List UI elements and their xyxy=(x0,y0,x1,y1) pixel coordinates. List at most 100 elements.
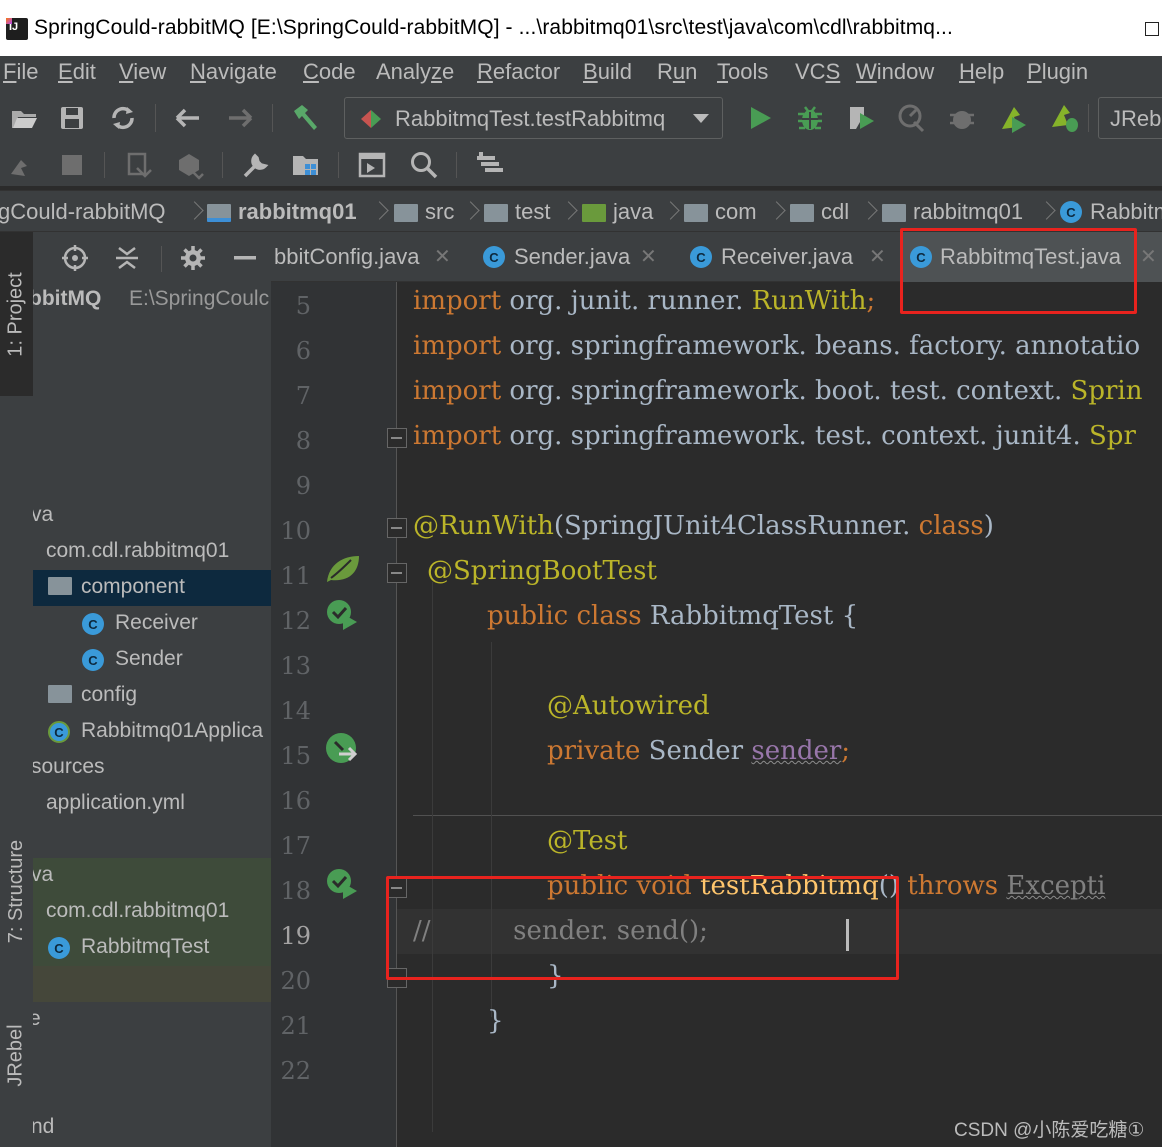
run-icon[interactable] xyxy=(744,102,776,134)
profiler-icon[interactable] xyxy=(896,102,928,134)
tree-item-component[interactable]: component xyxy=(33,570,271,606)
tree-item-receiver[interactable]: C Receiver xyxy=(33,606,271,642)
menu-view[interactable]: View xyxy=(119,59,166,85)
gear-icon[interactable] xyxy=(177,242,209,274)
tree-item-sender[interactable]: C Sender xyxy=(33,642,271,678)
tab-sender[interactable]: C Sender.java ✕ xyxy=(469,232,669,282)
build-hammer-icon[interactable] xyxy=(289,102,321,134)
tree-item-java-main[interactable]: va xyxy=(33,498,271,534)
breadcrumb-java[interactable]: java xyxy=(582,199,653,225)
back-arrow-icon[interactable] xyxy=(172,102,204,134)
fold-marker[interactable] xyxy=(387,518,407,538)
menu-code[interactable]: Code xyxy=(303,59,356,85)
collapse-all-icon[interactable] xyxy=(111,242,143,274)
menu-file[interactable]: File xyxy=(3,59,38,85)
line-number: 10 xyxy=(280,517,311,545)
menu-run[interactable]: Run xyxy=(657,59,697,85)
fold-marker[interactable] xyxy=(387,428,407,448)
line-number: 14 xyxy=(280,697,311,725)
close-icon[interactable]: ✕ xyxy=(1140,244,1157,269)
package-icon xyxy=(48,685,72,703)
breadcrumb-label: rabbitmq01 xyxy=(238,199,357,224)
project-structure-icon[interactable] xyxy=(290,149,322,181)
project-tool-tab[interactable]: 1: Project xyxy=(0,232,33,396)
breadcrumb-project[interactable]: gCould-rabbitMQ xyxy=(0,199,166,225)
database-sql-icon[interactable] xyxy=(474,149,506,181)
run-with-coverage-icon[interactable] xyxy=(845,102,877,134)
menu-analyze[interactable]: Analyze xyxy=(376,59,454,85)
forward-arrow-icon[interactable] xyxy=(224,102,256,134)
tree-item-application-yml[interactable]: application.yml xyxy=(33,786,271,822)
save-icon[interactable] xyxy=(56,102,88,134)
tab-label: bbitConfig.java xyxy=(274,244,420,269)
package-deploy-icon[interactable] xyxy=(174,149,206,181)
tree-item-package-main[interactable]: com.cdl.rabbitmq01 xyxy=(33,534,271,570)
tree-item-application[interactable]: C Rabbitmq01Applica xyxy=(33,714,271,750)
tab-receiver[interactable]: C Receiver.java ✕ xyxy=(676,232,898,282)
jrebel-debug-icon[interactable] xyxy=(1049,102,1081,134)
run-test-class-icon[interactable] xyxy=(325,598,361,637)
jrebel-tool-tab[interactable]: JRebel xyxy=(0,1000,33,1110)
stop-icon[interactable] xyxy=(56,149,88,181)
settings-wrench-icon[interactable] xyxy=(240,149,272,181)
menu-edit[interactable]: Edit xyxy=(58,59,96,85)
menu-refactor[interactable]: Refactor xyxy=(477,59,560,85)
tab-rabbitconfig[interactable]: bbitConfig.java ✕ xyxy=(271,232,467,282)
breadcrumb-com[interactable]: com xyxy=(684,199,757,225)
open-folder-icon[interactable] xyxy=(8,102,40,134)
breadcrumb-class[interactable]: C Rabbitm xyxy=(1060,199,1162,225)
menu-help[interactable]: Help xyxy=(959,59,1004,85)
close-icon[interactable]: ✕ xyxy=(640,244,657,269)
breadcrumb-label: gCould-rabbitMQ xyxy=(0,199,166,224)
menu-navigate[interactable]: Navigate xyxy=(190,59,277,85)
tree-item-package-test[interactable]: com.cdl.rabbitmq01 xyxy=(33,894,271,930)
close-icon[interactable]: ✕ xyxy=(869,244,886,269)
update-running-app-icon[interactable] xyxy=(124,149,156,181)
fold-marker[interactable] xyxy=(387,563,407,583)
tab-label: Sender.java xyxy=(514,244,631,269)
menu-vcs[interactable]: VCS xyxy=(795,59,840,85)
code-editor[interactable]: 5 6 7 8 9 10 11 12 13 14 15 16 17 18 19 … xyxy=(271,282,1162,1147)
sync-icon[interactable] xyxy=(107,102,139,134)
run-anything-icon[interactable] xyxy=(356,149,388,181)
tree-label: va xyxy=(33,503,54,526)
hide-panel-icon[interactable] xyxy=(229,242,261,274)
stop-build-icon[interactable] xyxy=(6,149,38,181)
breadcrumb-test[interactable]: test xyxy=(484,199,550,225)
breadcrumb-module[interactable]: rabbitmq01 xyxy=(207,199,357,225)
maximize-button[interactable] xyxy=(1145,22,1159,36)
breadcrumb-rabbitmq01-package[interactable]: rabbitmq01 xyxy=(882,199,1023,225)
search-icon[interactable] xyxy=(408,149,440,181)
menu-tools[interactable]: Tools xyxy=(717,59,768,85)
tree-item-java-test[interactable]: va xyxy=(33,858,271,894)
locate-target-icon[interactable] xyxy=(59,242,91,274)
menu-build[interactable]: Build xyxy=(583,59,632,85)
jrebel-run-icon[interactable] xyxy=(997,102,1029,134)
menu-plugin[interactable]: Plugin xyxy=(1027,59,1088,85)
structure-tool-tab[interactable]: 7: Structure xyxy=(0,812,33,970)
breadcrumb-src[interactable]: src xyxy=(394,199,454,225)
spring-leaf-icon[interactable] xyxy=(325,554,361,589)
jrebel-panel-button[interactable]: JRebe xyxy=(1098,97,1162,139)
tree-label: config xyxy=(81,683,138,706)
menu-window[interactable]: Window xyxy=(856,59,934,85)
navigate-to-bean-icon[interactable] xyxy=(325,732,361,771)
tree-root-project[interactable]: bbitMQ E:\SpringCoulc xyxy=(33,282,271,318)
debug-bug-icon[interactable] xyxy=(794,102,826,134)
chevron-right-icon xyxy=(664,199,674,225)
tree-item-resources[interactable]: sources xyxy=(33,750,271,786)
tree-item-e[interactable]: e xyxy=(33,1002,271,1038)
tree-item-config[interactable]: config xyxy=(33,678,271,714)
close-icon[interactable]: ✕ xyxy=(434,244,451,269)
attach-debugger-icon[interactable] xyxy=(946,102,978,134)
structure-tab-label: 7: Structure xyxy=(5,839,28,943)
breadcrumb-cdl[interactable]: cdl xyxy=(790,199,849,225)
tree-label: com.cdl.rabbitmq01 xyxy=(46,539,230,562)
run-test-method-icon[interactable] xyxy=(325,867,361,906)
dropdown-arrow-icon[interactable] xyxy=(33,242,35,274)
run-configuration-dropdown[interactable]: RabbitmqTest.testRabbitmq xyxy=(344,97,723,139)
tree-item-rabbitmqtest[interactable]: C RabbitmqTest xyxy=(33,930,271,966)
tree-item-nd[interactable]: nd xyxy=(33,1110,271,1146)
watermark: CSDN @小陈爱吃糖① xyxy=(954,1120,1145,1141)
project-tab-label: 1: Project xyxy=(5,271,28,357)
